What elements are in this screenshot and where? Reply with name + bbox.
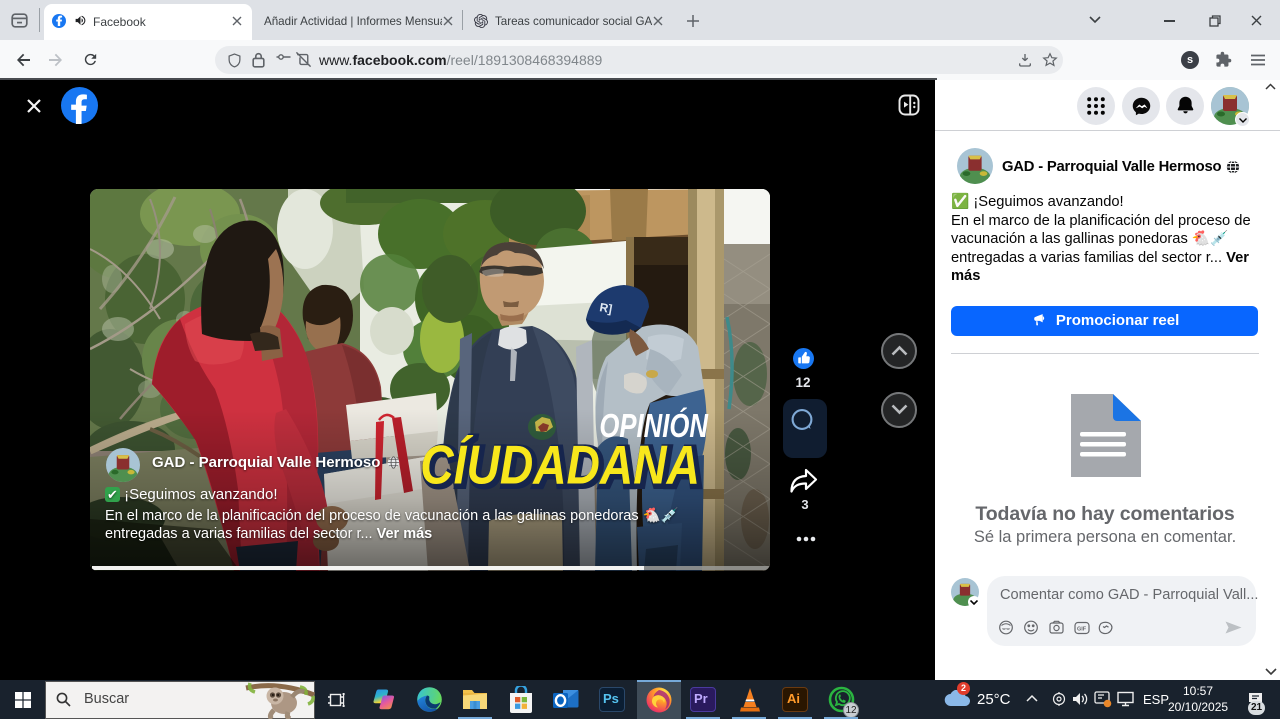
svg-text:GIF: GIF [1077,627,1087,633]
svg-text:R]: R] [598,300,613,316]
svg-text:CÍUDADANA: CÍUDADANA [420,434,700,496]
